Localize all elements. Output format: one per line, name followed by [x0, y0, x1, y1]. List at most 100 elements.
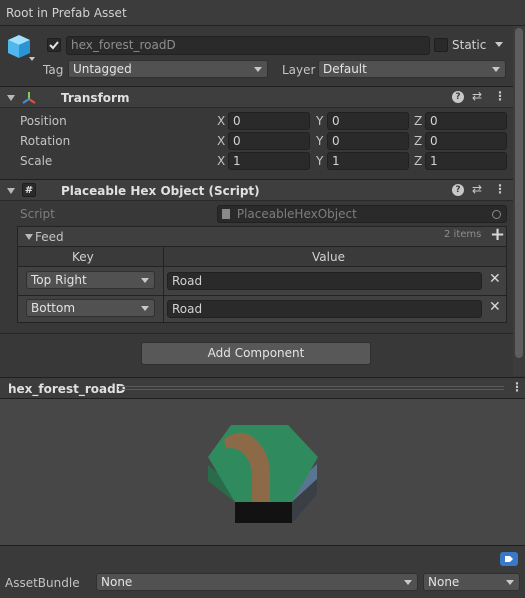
help-icon[interactable]: ? — [452, 91, 464, 103]
z-axis-label[interactable]: Z — [414, 154, 422, 168]
feed-key-dropdown[interactable]: Top Right — [26, 271, 155, 289]
chevron-down-icon — [141, 278, 149, 283]
rotation-y-field[interactable]: 0 — [327, 132, 409, 150]
script-object-field: PlaceableHexObject — [217, 205, 507, 223]
add-component-button[interactable]: Add Component — [141, 342, 371, 365]
x-axis-label[interactable]: X — [217, 154, 225, 168]
feed-key-value: Top Right — [31, 273, 87, 287]
foldout-arrow-icon[interactable] — [7, 95, 15, 101]
object-picker-icon — [492, 210, 501, 219]
inspector-title-bar: Root in Prefab Asset — [0, 0, 525, 26]
static-label: Static — [452, 38, 487, 52]
position-x-field[interactable]: 0 — [228, 112, 310, 130]
close-icon[interactable]: ✕ — [489, 271, 501, 287]
chevron-down-icon — [506, 580, 514, 585]
assetbundle-bar: AssetBundle None None — [0, 545, 525, 598]
x-axis-label[interactable]: X — [217, 114, 225, 128]
tag-value: Untagged — [73, 62, 132, 76]
assetbundle-label: AssetBundle — [5, 576, 80, 590]
rotation-label: Rotation — [20, 134, 71, 148]
y-axis-label[interactable]: Y — [316, 154, 323, 168]
preview-title: hex_forest_roadD — [8, 382, 126, 396]
script-component-header[interactable]: # Placeable Hex Object (Script) ? ⇄ ⋮ — [0, 179, 513, 201]
plus-icon: + — [490, 224, 506, 245]
layer-label: Layer — [282, 63, 316, 77]
feed-key-value: Bottom — [31, 301, 76, 315]
script-label: Script — [20, 207, 55, 221]
help-icon[interactable]: ? — [452, 184, 464, 196]
script-component-title: Placeable Hex Object (Script) — [61, 184, 260, 198]
feed-table-header: Key Value — [18, 247, 506, 323]
y-axis-label[interactable]: Y — [316, 114, 323, 128]
chevron-down-icon — [404, 580, 412, 585]
chevron-down-icon — [492, 67, 500, 72]
value-column-header: Value — [312, 250, 345, 264]
feed-count: 2 items — [444, 229, 482, 240]
chevron-down-icon — [254, 67, 262, 72]
component-enabled-toggle[interactable]: # — [22, 183, 36, 197]
scale-label: Scale — [20, 154, 53, 168]
assetbundle-name-value: None — [101, 575, 133, 589]
presets-icon[interactable]: ⇄ — [472, 182, 482, 196]
position-label: Position — [20, 114, 67, 128]
checkmark-icon — [49, 41, 59, 50]
key-column-header: Key — [72, 250, 94, 264]
assetbundle-variant-value: None — [428, 575, 460, 589]
transform-row-scale: Scale X 1 Y 1 Z 1 — [0, 152, 513, 170]
scrollbar-thumb[interactable] — [515, 28, 523, 358]
feed-key-dropdown[interactable]: Bottom — [26, 299, 155, 317]
add-entry-button[interactable]: + — [486, 224, 507, 246]
rotation-z-field[interactable]: 0 — [425, 132, 507, 150]
transform-row-position: Position X 0 Y 0 Z 0 — [0, 112, 513, 130]
cube-icon — [8, 35, 35, 61]
feed-value-field[interactable]: Road — [167, 272, 482, 290]
kebab-menu-icon[interactable]: ⋮ — [511, 380, 523, 394]
section-divider — [0, 333, 513, 334]
feed-header[interactable]: Feed 2 items — [17, 226, 507, 246]
transform-row-rotation: Rotation X 0 Y 0 Z 0 — [0, 132, 513, 150]
z-axis-label[interactable]: Z — [414, 134, 422, 148]
x-axis-label[interactable]: X — [217, 134, 225, 148]
feed-value-field[interactable]: Road — [167, 300, 482, 318]
static-toggle[interactable] — [434, 38, 448, 52]
scale-y-field[interactable]: 1 — [327, 152, 409, 170]
transform-axes-icon — [22, 92, 36, 104]
foldout-arrow-icon[interactable] — [25, 234, 33, 240]
inspector-title: Root in Prefab Asset — [6, 6, 127, 20]
feed-label: Feed — [35, 230, 64, 244]
asset-preview[interactable] — [0, 399, 525, 545]
transform-header[interactable]: Transform ? ⇄ ⋮ — [0, 86, 513, 108]
position-z-field[interactable]: 0 — [425, 112, 507, 130]
kebab-menu-icon[interactable]: ⋮ — [494, 89, 506, 103]
preview-header[interactable]: hex_forest_roadD ⋮ — [0, 377, 525, 399]
rotation-x-field[interactable]: 0 — [228, 132, 310, 150]
gameobject-name-field[interactable]: hex_forest_roadD — [66, 36, 430, 55]
transform-title: Transform — [61, 91, 130, 105]
script-file-icon — [222, 209, 230, 219]
row-divider — [18, 295, 506, 296]
layer-dropdown[interactable]: Default — [318, 60, 506, 78]
tag-dropdown[interactable]: Untagged — [68, 60, 268, 78]
column-divider — [163, 247, 164, 323]
active-toggle[interactable] — [47, 38, 61, 52]
script-value: PlaceableHexObject — [236, 207, 357, 221]
label-tag-icon[interactable] — [500, 552, 518, 566]
y-axis-label[interactable]: Y — [316, 134, 323, 148]
drag-handle[interactable] — [118, 386, 504, 390]
foldout-arrow-icon[interactable] — [7, 188, 15, 194]
hex-tile-preview — [208, 425, 318, 523]
scale-z-field[interactable]: 1 — [425, 152, 507, 170]
close-icon[interactable]: ✕ — [489, 299, 501, 315]
presets-icon[interactable]: ⇄ — [472, 89, 482, 103]
assetbundle-name-dropdown[interactable]: None — [96, 573, 418, 591]
assetbundle-variant-dropdown[interactable]: None — [423, 573, 520, 591]
position-y-field[interactable]: 0 — [327, 112, 409, 130]
static-dropdown-caret[interactable] — [495, 42, 503, 47]
gameobject-icon[interactable] — [6, 33, 36, 63]
scale-x-field[interactable]: 1 — [228, 152, 310, 170]
layer-value: Default — [323, 62, 367, 76]
kebab-menu-icon[interactable]: ⋮ — [494, 182, 506, 196]
z-axis-label[interactable]: Z — [414, 114, 422, 128]
chevron-down-icon — [141, 306, 149, 311]
tag-label: Tag — [43, 63, 64, 77]
